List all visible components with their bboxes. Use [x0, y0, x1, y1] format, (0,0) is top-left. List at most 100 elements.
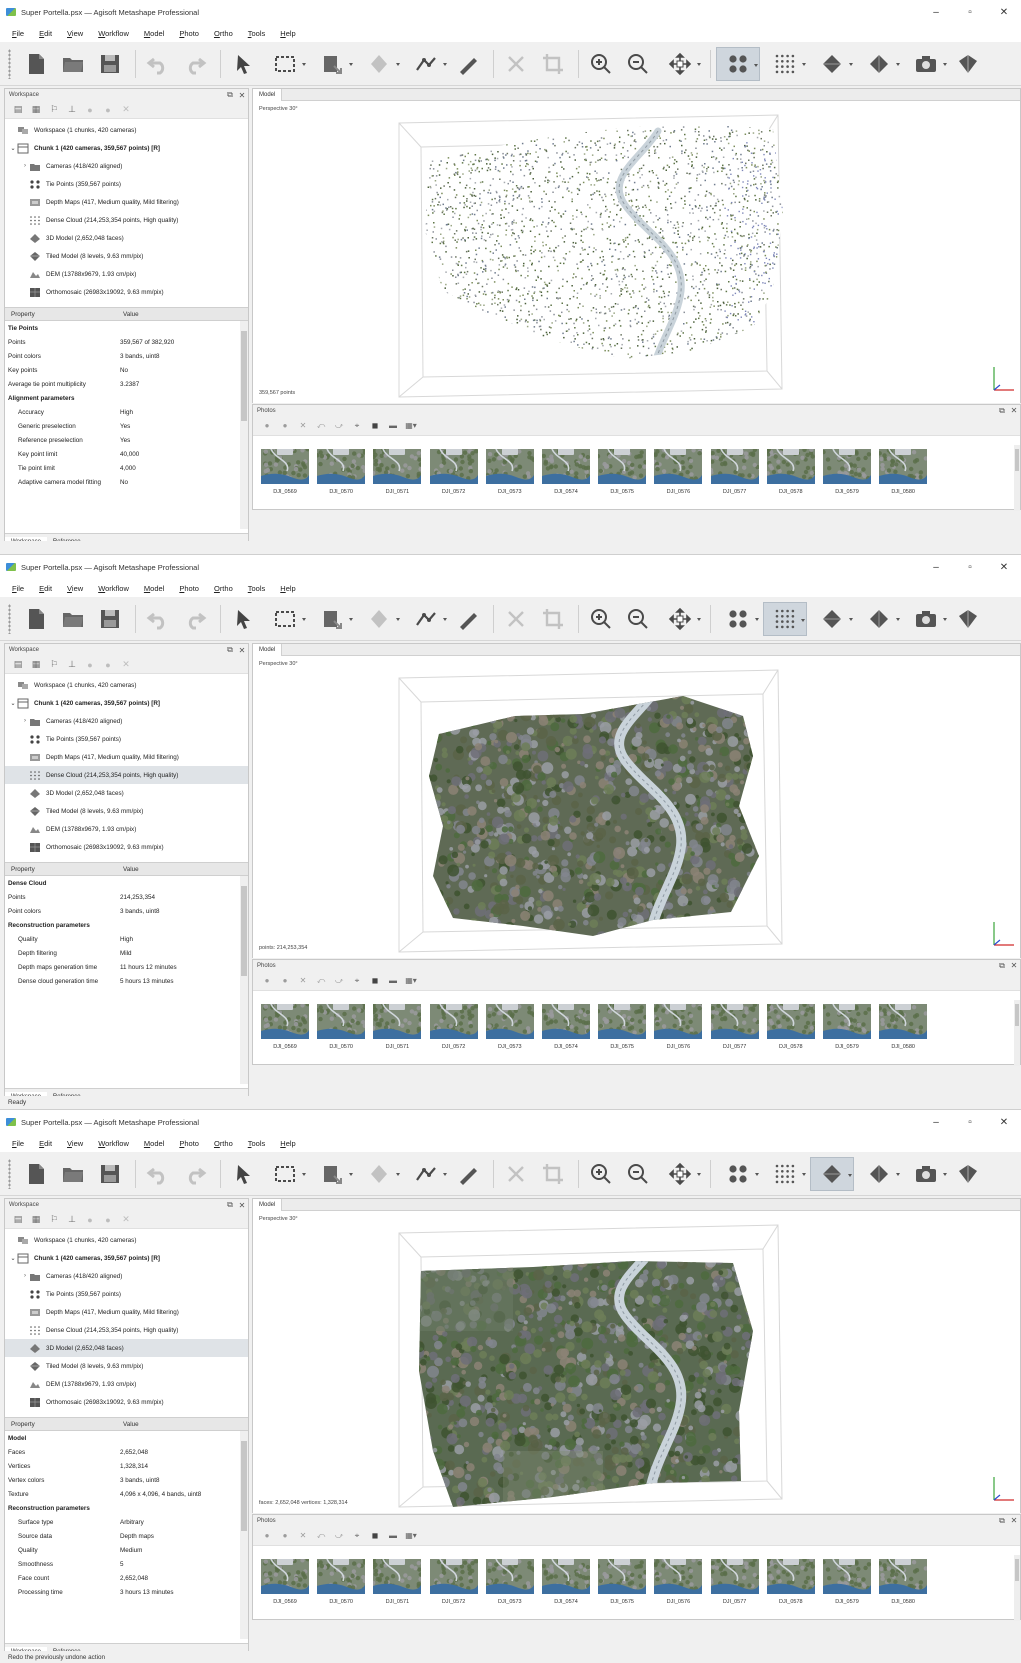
tree-item-depth-maps[interactable]: Depth Maps (417, Medium quality, Mild fi… — [5, 748, 248, 766]
rotate-left-icon[interactable]: ⤺ — [312, 419, 330, 433]
delete-icon[interactable] — [499, 602, 533, 636]
new-icon[interactable] — [19, 1157, 53, 1191]
photo-thumbnail[interactable]: DJI_0576 — [652, 1004, 704, 1062]
close-panel-icon[interactable]: ✕ — [1008, 961, 1020, 970]
show-masks-icon[interactable]: ◼ — [366, 419, 384, 433]
photo-thumbnail[interactable]: DJI_0576 — [652, 1559, 704, 1617]
disable-icon[interactable]: ● — [276, 419, 294, 433]
menu-item-ortho[interactable]: Ortho — [214, 1139, 233, 1148]
dropdown-arrow-icon[interactable] — [396, 62, 400, 66]
menu-item-workflow[interactable]: Workflow — [98, 29, 129, 38]
dropdown-arrow-icon[interactable] — [443, 617, 447, 621]
menu-item-file[interactable]: File — [12, 584, 24, 593]
textured-model-icon[interactable] — [857, 47, 901, 81]
show-cameras-icon[interactable] — [951, 1157, 985, 1191]
disable-icon[interactable]: ● — [99, 658, 117, 672]
close-panel-icon[interactable]: ✕ — [236, 1201, 248, 1210]
tree-item-tiled-model[interactable]: Tiled Model (8 levels, 9.63 mm/pix) — [5, 247, 248, 265]
maximize-button[interactable]: ▫ — [953, 7, 987, 18]
tree-item-chunk[interactable]: ⌄ Chunk 1 (420 cameras, 359,567 points) [… — [5, 694, 248, 712]
menu-item-help[interactable]: Help — [280, 1139, 295, 1148]
dropdown-arrow-icon[interactable] — [801, 618, 805, 622]
menu-item-model[interactable]: Model — [144, 1139, 164, 1148]
dropdown-arrow-icon[interactable] — [943, 617, 947, 621]
menu-item-tools[interactable]: Tools — [248, 29, 266, 38]
filter-icon[interactable]: ⌖ — [348, 1529, 366, 1543]
expand-arrow-icon[interactable]: ⌄ — [9, 1255, 17, 1262]
photo-thumbnail[interactable]: DJI_0578 — [765, 449, 817, 507]
remove-icon[interactable]: ✕ — [117, 658, 135, 672]
disable-icon[interactable]: ● — [99, 103, 117, 117]
undo-icon[interactable] — [141, 602, 175, 636]
dropdown-arrow-icon[interactable] — [697, 1172, 701, 1176]
toolbar-grip[interactable] — [8, 1158, 11, 1189]
photo-thumbnail[interactable]: DJI_0571 — [371, 449, 423, 507]
save-icon[interactable] — [93, 1157, 127, 1191]
rotate-object-icon[interactable] — [357, 47, 401, 81]
photo-thumbnail[interactable]: DJI_0574 — [540, 1004, 592, 1062]
ruler-icon[interactable] — [404, 1157, 448, 1191]
open-icon[interactable] — [56, 1157, 90, 1191]
dropdown-arrow-icon[interactable] — [896, 617, 900, 621]
move-region-icon[interactable] — [658, 1157, 702, 1191]
textured-model-icon[interactable] — [857, 602, 901, 636]
disable-icon[interactable]: ● — [99, 1213, 117, 1227]
model-viewport[interactable]: Perspective 30° points: 214,253,354 — [253, 656, 1020, 958]
dense-cloud-view-icon[interactable] — [763, 47, 807, 81]
photo-thumbnail[interactable]: DJI_0569 — [259, 449, 311, 507]
tree-item-orthomosaic[interactable]: Orthomosaic (26983x19092, 9.63 mm/pix) — [5, 1393, 248, 1411]
tree-item-tie-points[interactable]: Tie Points (359,567 points) — [5, 730, 248, 748]
photo-thumbnail[interactable]: DJI_0580 — [877, 1004, 929, 1062]
add-photos-icon[interactable]: ▦ — [27, 1213, 45, 1227]
undock-icon[interactable]: ⧉ — [996, 406, 1008, 416]
tree-item-depth-maps[interactable]: Depth Maps (417, Medium quality, Mild fi… — [5, 193, 248, 211]
tree-item-dense-cloud[interactable]: Dense Cloud (214,253,354 points, High qu… — [5, 1321, 248, 1339]
close-panel-icon[interactable]: ✕ — [1008, 406, 1020, 415]
menu-item-help[interactable]: Help — [280, 584, 295, 593]
rectangle-selection-icon[interactable] — [263, 47, 307, 81]
model-view-icon[interactable] — [810, 47, 854, 81]
rotate-right-icon[interactable]: ⤻ — [330, 419, 348, 433]
menu-item-edit[interactable]: Edit — [39, 29, 52, 38]
photo-thumbnail[interactable]: DJI_0579 — [821, 1559, 873, 1617]
add-chunk-icon[interactable]: ▤ — [9, 658, 27, 672]
dropdown-arrow-icon[interactable] — [349, 62, 353, 66]
dropdown-arrow-icon[interactable] — [302, 1172, 306, 1176]
undock-icon[interactable]: ⧉ — [224, 90, 236, 100]
thumbnail-size-icon[interactable]: ▬ — [384, 1529, 402, 1543]
dropdown-arrow-icon[interactable] — [396, 617, 400, 621]
photo-thumbnail[interactable]: DJI_0575 — [596, 1559, 648, 1617]
remove-icon[interactable]: ✕ — [294, 1529, 312, 1543]
add-scalebar-icon[interactable]: ⊥ — [63, 103, 81, 117]
photo-thumbnail[interactable]: DJI_0571 — [371, 1559, 423, 1617]
menu-item-ortho[interactable]: Ortho — [214, 29, 233, 38]
rotate-right-icon[interactable]: ⤻ — [330, 1529, 348, 1543]
photo-thumbnail[interactable]: DJI_0575 — [596, 449, 648, 507]
dropdown-arrow-icon[interactable] — [302, 617, 306, 621]
save-icon[interactable] — [93, 47, 127, 81]
dropdown-arrow-icon[interactable] — [443, 1172, 447, 1176]
expand-arrow-icon[interactable]: ⌄ — [9, 700, 17, 707]
rotate-object-icon[interactable] — [357, 602, 401, 636]
menu-item-tools[interactable]: Tools — [248, 584, 266, 593]
dropdown-arrow-icon[interactable] — [802, 62, 806, 66]
model-viewport[interactable]: Perspective 30° faces: 2,652,048 vertice… — [253, 1211, 1020, 1513]
show-masks-icon[interactable]: ◼ — [366, 1529, 384, 1543]
dense-cloud-view-icon[interactable] — [763, 601, 807, 636]
tie-points-view-icon[interactable] — [716, 46, 760, 81]
undock-icon[interactable]: ⧉ — [224, 645, 236, 655]
undock-icon[interactable]: ⧉ — [996, 961, 1008, 971]
dense-cloud-view-icon[interactable] — [763, 1157, 807, 1191]
menu-item-file[interactable]: File — [12, 29, 24, 38]
add-marker-icon[interactable]: ⚐ — [45, 103, 63, 117]
zoom-out-icon[interactable] — [621, 602, 655, 636]
enable-icon[interactable]: ● — [81, 103, 99, 117]
photo-thumbnail[interactable]: DJI_0571 — [371, 1004, 423, 1062]
photo-thumbnail[interactable]: DJI_0570 — [315, 449, 367, 507]
photo-thumbnail[interactable]: DJI_0580 — [877, 449, 929, 507]
disable-icon[interactable]: ● — [276, 1529, 294, 1543]
photo-thumbnail[interactable]: DJI_0569 — [259, 1559, 311, 1617]
maximize-button[interactable]: ▫ — [953, 562, 987, 573]
resize-region-icon[interactable] — [310, 47, 354, 81]
move-region-icon[interactable] — [658, 602, 702, 636]
